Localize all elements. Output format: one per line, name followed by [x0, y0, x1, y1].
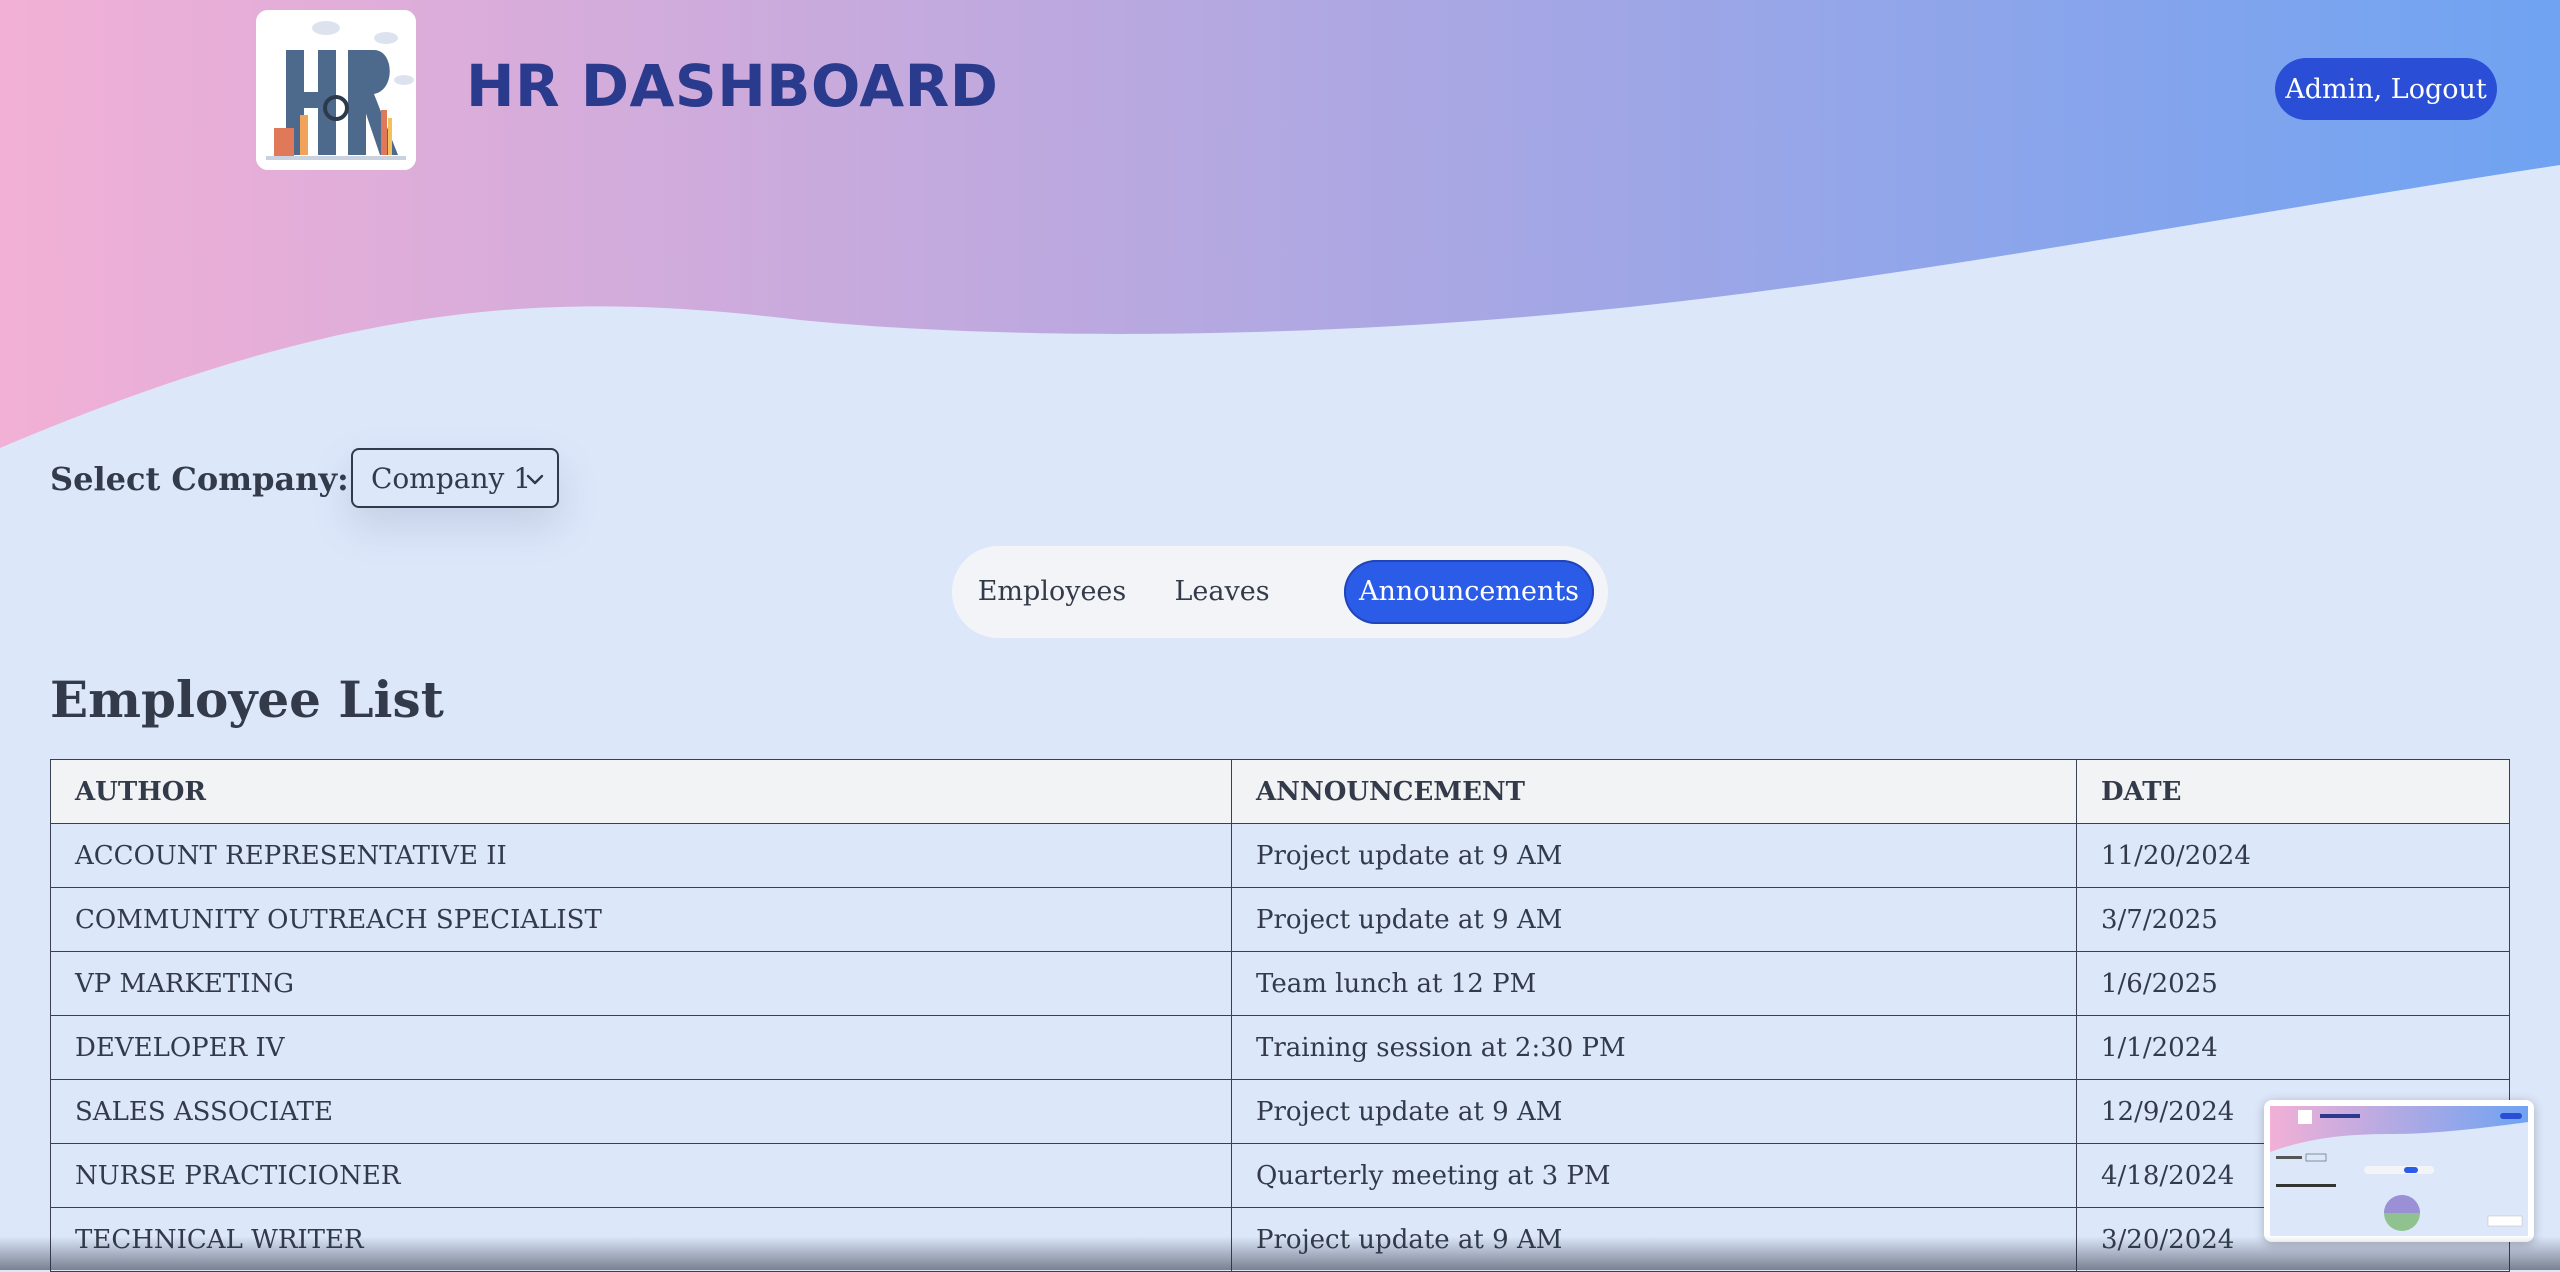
- tab-employees[interactable]: Employees: [972, 560, 1132, 624]
- column-header-author[interactable]: AUTHOR: [50, 759, 1232, 824]
- hr-logo-icon: [256, 10, 416, 170]
- cell-author: VP MARKETING: [50, 951, 1232, 1016]
- announcements-table: AUTHOR ANNOUNCEMENT DATE ACCOUNT REPRESE…: [50, 759, 2510, 1272]
- admin-logout-button[interactable]: Admin, Logout: [2275, 58, 2497, 120]
- table-row[interactable]: COMMUNITY OUTREACH SPECIALIST Project up…: [50, 887, 2510, 952]
- column-header-announcement[interactable]: ANNOUNCEMENT: [1231, 759, 2077, 824]
- cell-author: ACCOUNT REPRESENTATIVE II: [50, 823, 1232, 888]
- cell-author: DEVELOPER IV: [50, 1015, 1232, 1080]
- cell-announcement: Project update at 9 AM: [1231, 887, 2077, 952]
- company-select[interactable]: Company 1: [351, 448, 559, 508]
- cell-announcement: Project update at 9 AM: [1231, 823, 2077, 888]
- cell-date: 3/7/2025: [2076, 887, 2510, 952]
- table-row[interactable]: DEVELOPER IV Training session at 2:30 PM…: [50, 1015, 2510, 1080]
- section-title: Employee List: [50, 670, 444, 729]
- company-select-value: Company 1: [371, 461, 532, 495]
- table-row[interactable]: SALES ASSOCIATE Project update at 9 AM 1…: [50, 1079, 2510, 1144]
- cell-date: 1/6/2025: [2076, 951, 2510, 1016]
- app-title: HR DASHBOARD: [466, 52, 999, 120]
- cell-announcement: Training session at 2:30 PM: [1231, 1015, 2077, 1080]
- tab-bar: Employees Leaves Announcements: [952, 546, 1608, 638]
- cell-author: NURSE PRACTICIONER: [50, 1143, 1232, 1208]
- cell-date: 11/20/2024: [2076, 823, 2510, 888]
- hr-logo[interactable]: [256, 10, 416, 170]
- column-header-date[interactable]: DATE: [2076, 759, 2510, 824]
- select-company-label: Select Company:: [50, 460, 349, 498]
- cell-author: COMMUNITY OUTREACH SPECIALIST: [50, 887, 1232, 952]
- cell-author: SALES ASSOCIATE: [50, 1079, 1232, 1144]
- cell-announcement: Quarterly meeting at 3 PM: [1231, 1143, 2077, 1208]
- cell-announcement: Project update at 9 AM: [1231, 1079, 2077, 1144]
- cell-announcement: Team lunch at 12 PM: [1231, 951, 2077, 1016]
- screen-preview-thumbnail[interactable]: [2264, 1100, 2534, 1242]
- preview-thumbnail-image: [2270, 1106, 2528, 1236]
- table-row[interactable]: NURSE PRACTICIONER Quarterly meeting at …: [50, 1143, 2510, 1208]
- chevron-down-icon: [526, 474, 544, 485]
- tab-leaves[interactable]: Leaves: [1152, 560, 1292, 624]
- tab-announcements[interactable]: Announcements: [1344, 560, 1594, 624]
- table-header-row: AUTHOR ANNOUNCEMENT DATE: [50, 759, 2510, 824]
- cell-date: 1/1/2024: [2076, 1015, 2510, 1080]
- table-row[interactable]: ACCOUNT REPRESENTATIVE II Project update…: [50, 823, 2510, 888]
- bottom-scroll-shadow: [0, 1236, 2560, 1270]
- table-row[interactable]: VP MARKETING Team lunch at 12 PM 1/6/202…: [50, 951, 2510, 1016]
